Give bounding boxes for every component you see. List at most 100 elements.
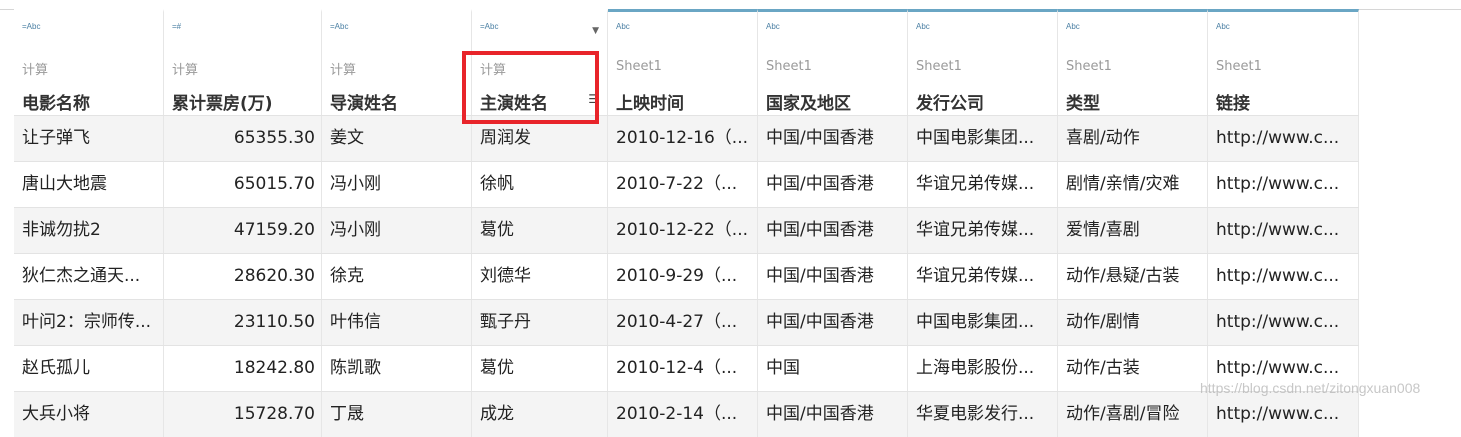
- cell-genre[interactable]: 爱情/喜剧: [1058, 208, 1208, 253]
- cell-movie-name[interactable]: 大兵小将: [14, 392, 164, 437]
- cell-country[interactable]: 中国/中国香港: [758, 162, 908, 207]
- cell-country[interactable]: 中国/中国香港: [758, 300, 908, 345]
- cell-genre[interactable]: 动作/悬疑/古装: [1058, 254, 1208, 299]
- cell-release-date[interactable]: 2010-4-27（...: [608, 300, 758, 345]
- cell-box-office[interactable]: 47159.20: [164, 208, 322, 253]
- cell-movie-name[interactable]: 让子弹飞: [14, 116, 164, 161]
- column-name: 类型: [1066, 94, 1100, 114]
- cell-link[interactable]: http://www.c...: [1208, 300, 1359, 345]
- cell-release-date[interactable]: 2010-2-14（...: [608, 392, 758, 437]
- number-type-icon[interactable]: =#: [172, 22, 181, 31]
- column-name: 导演姓名: [330, 94, 398, 114]
- cell-link[interactable]: http://www.c...: [1208, 116, 1359, 161]
- cell-link[interactable]: http://www.c...: [1208, 392, 1359, 437]
- cell-distributor[interactable]: 华谊兄弟传媒...: [908, 254, 1058, 299]
- cell-director[interactable]: 陈凯歌: [322, 346, 472, 391]
- cell-country[interactable]: 中国: [758, 346, 908, 391]
- column-source: Sheet1: [916, 59, 962, 74]
- cell-movie-name[interactable]: 非诚勿扰2: [14, 208, 164, 253]
- column-source: 计算: [330, 63, 357, 78]
- cell-box-office[interactable]: 65015.70: [164, 162, 322, 207]
- string-type-icon[interactable]: Abc: [766, 22, 780, 31]
- cell-lead-actor[interactable]: 葛优: [472, 208, 608, 253]
- column-source: Sheet1: [1216, 59, 1262, 74]
- column-source: Sheet1: [616, 59, 662, 74]
- column-header-genre[interactable]: Abc Sheet1 类型: [1058, 9, 1208, 115]
- cell-distributor[interactable]: 上海电影股份...: [908, 346, 1058, 391]
- cell-genre[interactable]: 动作/喜剧/冒险: [1058, 392, 1208, 437]
- cell-distributor[interactable]: 中国电影集团...: [908, 116, 1058, 161]
- string-type-icon[interactable]: =Abc: [22, 22, 40, 31]
- cell-release-date[interactable]: 2010-7-22（...: [608, 162, 758, 207]
- cell-release-date[interactable]: 2010-12-4（...: [608, 346, 758, 391]
- cell-director[interactable]: 丁晟: [322, 392, 472, 437]
- cell-lead-actor[interactable]: 葛优: [472, 346, 608, 391]
- cell-genre[interactable]: 动作/剧情: [1058, 300, 1208, 345]
- string-type-icon[interactable]: Abc: [1216, 22, 1230, 31]
- cell-director[interactable]: 冯小刚: [322, 208, 472, 253]
- cell-box-office[interactable]: 15728.70: [164, 392, 322, 437]
- cell-link[interactable]: http://www.c...: [1208, 208, 1359, 253]
- cell-director[interactable]: 叶伟信: [322, 300, 472, 345]
- column-header-link[interactable]: Abc Sheet1 链接: [1208, 9, 1359, 115]
- cell-link[interactable]: http://www.c...: [1208, 162, 1359, 207]
- column-header-country[interactable]: Abc Sheet1 国家及地区: [758, 9, 908, 115]
- column-source: 计算: [172, 63, 199, 78]
- cell-genre[interactable]: 动作/古装: [1058, 346, 1208, 391]
- cell-distributor[interactable]: 华夏电影发行...: [908, 392, 1058, 437]
- cell-director[interactable]: 姜文: [322, 116, 472, 161]
- string-type-icon[interactable]: Abc: [916, 22, 930, 31]
- cell-director[interactable]: 徐克: [322, 254, 472, 299]
- column-source: 计算: [22, 63, 49, 78]
- column-header-lead-actor[interactable]: =Abc ▼ 计算 主演姓名 ☰: [472, 9, 608, 115]
- cell-country[interactable]: 中国/中国香港: [758, 116, 908, 161]
- table-row[interactable]: 让子弹飞 65355.30 姜文 周润发 2010-12-16（... 中国/中…: [14, 115, 1359, 161]
- cell-lead-actor[interactable]: 周润发: [472, 116, 608, 161]
- table-row[interactable]: 非诚勿扰2 47159.20 冯小刚 葛优 2010-12-22（... 中国/…: [14, 207, 1359, 253]
- column-header-director[interactable]: =Abc 计算 导演姓名: [322, 9, 472, 115]
- cell-box-office[interactable]: 65355.30: [164, 116, 322, 161]
- cell-box-office[interactable]: 18242.80: [164, 346, 322, 391]
- cell-lead-actor[interactable]: 徐帆: [472, 162, 608, 207]
- cell-release-date[interactable]: 2010-12-16（...: [608, 116, 758, 161]
- table-row[interactable]: 赵氏孤儿 18242.80 陈凯歌 葛优 2010-12-4（... 中国 上海…: [14, 345, 1359, 391]
- column-name: 电影名称: [22, 94, 90, 114]
- cell-lead-actor[interactable]: 成龙: [472, 392, 608, 437]
- cell-box-office[interactable]: 28620.30: [164, 254, 322, 299]
- cell-link[interactable]: http://www.c...: [1208, 254, 1359, 299]
- chevron-down-icon[interactable]: ▼: [592, 26, 599, 36]
- cell-box-office[interactable]: 23110.50: [164, 300, 322, 345]
- cell-lead-actor[interactable]: 刘德华: [472, 254, 608, 299]
- string-type-icon[interactable]: =Abc: [480, 22, 498, 31]
- cell-movie-name[interactable]: 唐山大地震: [14, 162, 164, 207]
- cell-release-date[interactable]: 2010-12-22（...: [608, 208, 758, 253]
- string-type-icon[interactable]: Abc: [1066, 22, 1080, 31]
- cell-distributor[interactable]: 中国电影集团...: [908, 300, 1058, 345]
- cell-genre[interactable]: 剧情/亲情/灾难: [1058, 162, 1208, 207]
- table-row[interactable]: 大兵小将 15728.70 丁晟 成龙 2010-2-14（... 中国/中国香…: [14, 391, 1359, 437]
- cell-director[interactable]: 冯小刚: [322, 162, 472, 207]
- column-name: 发行公司: [916, 94, 984, 114]
- cell-release-date[interactable]: 2010-9-29（...: [608, 254, 758, 299]
- cell-genre[interactable]: 喜剧/动作: [1058, 116, 1208, 161]
- string-type-icon[interactable]: Abc: [616, 22, 630, 31]
- cell-distributor[interactable]: 华谊兄弟传媒...: [908, 208, 1058, 253]
- column-header-release-date[interactable]: Abc Sheet1 上映时间: [608, 9, 758, 115]
- table-row[interactable]: 叶问2：宗师传... 23110.50 叶伟信 甄子丹 2010-4-27（..…: [14, 299, 1359, 345]
- sort-icon[interactable]: ☰: [588, 92, 599, 106]
- string-type-icon[interactable]: =Abc: [330, 22, 348, 31]
- cell-movie-name[interactable]: 狄仁杰之通天...: [14, 254, 164, 299]
- column-header-distributor[interactable]: Abc Sheet1 发行公司: [908, 9, 1058, 115]
- column-header-box-office[interactable]: =# 计算 累计票房(万): [164, 9, 322, 115]
- cell-country[interactable]: 中国/中国香港: [758, 392, 908, 437]
- column-source: Sheet1: [1066, 59, 1112, 74]
- cell-country[interactable]: 中国/中国香港: [758, 254, 908, 299]
- column-header-movie-name[interactable]: =Abc 计算 电影名称: [14, 9, 164, 115]
- cell-distributor[interactable]: 华谊兄弟传媒...: [908, 162, 1058, 207]
- table-row[interactable]: 唐山大地震 65015.70 冯小刚 徐帆 2010-7-22（... 中国/中…: [14, 161, 1359, 207]
- cell-country[interactable]: 中国/中国香港: [758, 208, 908, 253]
- table-row[interactable]: 狄仁杰之通天... 28620.30 徐克 刘德华 2010-9-29（... …: [14, 253, 1359, 299]
- cell-lead-actor[interactable]: 甄子丹: [472, 300, 608, 345]
- cell-movie-name[interactable]: 叶问2：宗师传...: [14, 300, 164, 345]
- cell-movie-name[interactable]: 赵氏孤儿: [14, 346, 164, 391]
